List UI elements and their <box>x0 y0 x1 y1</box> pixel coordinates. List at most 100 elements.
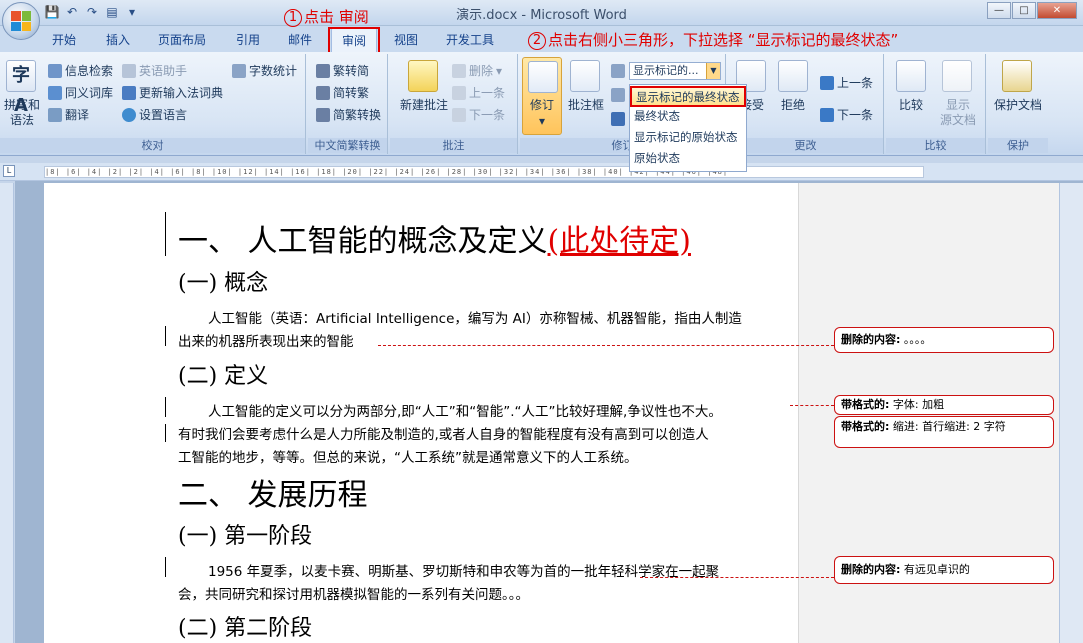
reject-button[interactable]: 拒绝 <box>774 98 812 113</box>
reviewing-pane-icon[interactable] <box>611 112 625 126</box>
window-title: 演示.docx - Microsoft Word <box>456 8 627 23</box>
paragraph-line: 会，共同研究和探讨用机器模拟智能的一系列有关问题。。。 <box>178 587 529 603</box>
prev-change-icon <box>820 75 834 90</box>
balloon-connector <box>790 405 834 406</box>
next-comment-icon <box>452 107 466 122</box>
update-ime-button[interactable]: 更新输入法词典 <box>122 84 223 101</box>
office-button[interactable] <box>2 2 40 40</box>
english-assistant-icon <box>122 63 136 78</box>
paragraph-line: 人工智能的定义可以分为两部分,即“人工”和“智能”.“人工”比较好理解,争议性也… <box>208 404 722 420</box>
prev-change-button[interactable]: 上一条 <box>820 74 873 91</box>
menu-item-original-showing-markup[interactable]: 显示标记的原始状态 <box>630 128 746 149</box>
group-comments: 新建批注 删除 ▾ 上一条 下一条 批注 <box>390 54 518 154</box>
show-source-button[interactable]: 显示 源文档 <box>934 98 982 128</box>
step1-annotation: 1 点击 审阅 <box>284 6 369 27</box>
chinese-convert-button[interactable]: 简繁转换 <box>316 106 381 123</box>
comment-balloon[interactable]: 带格式的: 字体: 加粗 <box>834 395 1054 415</box>
heading-1-history: 二、 发展历程 <box>178 478 368 513</box>
thesaurus-button[interactable]: 同义词库 <box>48 84 113 101</box>
paragraph-line: 有时我们会要考虑什么是人力所能及制造的,或者人自身的智能程度有没有高到可以创造人 <box>178 427 709 443</box>
show-source-icon <box>942 60 972 92</box>
tab-insert[interactable]: 插入 <box>106 31 130 48</box>
english-assistant-button[interactable]: 英语助手 <box>122 62 187 79</box>
horizontal-ruler[interactable]: L |8| |6| |4| |2| |2| |4| |6| |8| |10| |… <box>0 163 1083 181</box>
display-for-review-menu: 显示标记的最终状态 最终状态 显示标记的原始状态 原始状态 <box>629 84 747 172</box>
tab-developer[interactable]: 开发工具 <box>446 31 494 48</box>
menu-item-final[interactable]: 最终状态 <box>630 107 746 128</box>
tab-mailings[interactable]: 邮件 <box>288 31 312 48</box>
minimize-button[interactable]: — <box>987 2 1011 19</box>
show-markup-icon[interactable] <box>611 88 625 102</box>
tab-page-layout[interactable]: 页面布局 <box>158 31 206 48</box>
prev-comment-button[interactable]: 上一条 <box>452 84 505 101</box>
balloons-icon <box>570 60 600 92</box>
group-label-comments: 批注 <box>390 138 517 153</box>
markup-display-icon <box>611 64 625 78</box>
balloon-connector <box>640 577 834 578</box>
group-label-chinese: 中文简繁转换 <box>308 138 387 153</box>
paragraph-line: 出来的机器所表现出来的智能 <box>178 334 354 350</box>
heading-2-stage-1: (一) 第一阶段 <box>178 524 313 549</box>
new-comment-icon <box>408 60 438 92</box>
heading-2-definition: (二) 定义 <box>178 364 269 389</box>
compare-button[interactable]: 比较 <box>890 98 932 113</box>
next-comment-button[interactable]: 下一条 <box>452 106 505 123</box>
tab-home[interactable]: 开始 <box>52 31 76 48</box>
step2-annotation: 2 点击右侧小三角形，下拉选择 “显示标记的最终状态” <box>528 29 898 50</box>
new-comment-button[interactable]: 新建批注 <box>394 98 454 113</box>
track-changes-button[interactable]: 修订 ▾ <box>522 57 562 135</box>
word-count-icon <box>232 63 246 78</box>
word-count-button[interactable]: 字数统计 <box>232 62 297 79</box>
change-bar <box>165 397 166 417</box>
review-highlight-box <box>328 27 380 54</box>
display-for-review-select[interactable]: 显示标记的... ▼ <box>629 62 721 80</box>
change-bar <box>165 212 166 256</box>
next-change-icon <box>820 107 834 122</box>
translate-button[interactable]: 翻译 <box>48 106 89 123</box>
change-bar <box>165 326 166 346</box>
simplified-to-traditional-icon <box>316 85 330 100</box>
heading-2-concept: (一) 概念 <box>178 271 269 296</box>
group-changes: 接受 拒绝 上一条 下一条 更改 <box>728 54 884 154</box>
set-language-button[interactable]: 设置语言 <box>122 106 187 123</box>
globe-icon <box>122 107 136 122</box>
spelling-grammar-button[interactable]: 拼写和 语法 <box>2 98 42 128</box>
spelling-grammar-icon: 字A <box>6 60 36 116</box>
inserted-text: (此处待定) <box>547 224 691 259</box>
paragraph-line: 人工智能（英语：Artificial Intelligence，编写为 AI）亦… <box>208 311 742 327</box>
maximize-button[interactable]: □ <box>1012 2 1036 19</box>
balloons-button[interactable]: 批注框 <box>564 98 608 113</box>
comment-balloon[interactable]: 删除的内容: 有远见卓识的 <box>834 556 1054 584</box>
prev-comment-icon <box>452 85 466 100</box>
protect-document-button[interactable]: 保护文档 <box>988 98 1048 113</box>
track-changes-icon <box>528 61 558 93</box>
comment-balloon[interactable]: 带格式的: 缩进: 首行缩进: 2 字符 <box>834 416 1054 448</box>
next-change-button[interactable]: 下一条 <box>820 106 873 123</box>
tab-selector-icon[interactable]: L <box>3 165 15 177</box>
traditional-to-simplified-icon <box>316 63 330 78</box>
group-chinese-conversion: 繁转简 简转繁 简繁转换 中文简繁转换 <box>308 54 388 154</box>
menu-item-original[interactable]: 原始状态 <box>630 149 746 170</box>
dropdown-arrow-icon[interactable]: ▼ <box>706 63 720 79</box>
to-simplified-button[interactable]: 繁转简 <box>316 62 369 79</box>
ime-dictionary-icon <box>122 85 136 100</box>
research-button[interactable]: 信息检索 <box>48 62 113 79</box>
group-proofing: 字A 拼写和 语法 信息检索 同义词库 翻译 英语助手 更新输入法词典 设置语言… <box>0 54 306 154</box>
group-compare: 比较 显示 源文档 比较 <box>886 54 986 154</box>
delete-comment-button[interactable]: 删除 ▾ <box>452 62 502 79</box>
group-label-protect: 保护 <box>988 138 1048 153</box>
vertical-ruler[interactable] <box>0 183 14 643</box>
vertical-scrollbar[interactable] <box>1059 183 1083 643</box>
track-changes-dropdown-icon: ▾ <box>538 114 546 128</box>
ribbon: 字A 拼写和 语法 信息检索 同义词库 翻译 英语助手 更新输入法词典 设置语言… <box>0 52 1083 156</box>
comment-balloon[interactable]: 删除的内容: 。。。。 <box>834 327 1054 353</box>
tab-references[interactable]: 引用 <box>236 31 260 48</box>
research-icon <box>48 63 62 78</box>
to-traditional-button[interactable]: 简转繁 <box>316 84 369 101</box>
change-bar <box>165 424 166 442</box>
thesaurus-icon <box>48 85 62 100</box>
tab-view[interactable]: 视图 <box>394 31 418 48</box>
close-button[interactable]: ✕ <box>1037 2 1077 19</box>
menu-item-final-showing-markup[interactable]: 显示标记的最终状态 <box>630 86 746 107</box>
paragraph-line: 工智能的地步，等等。但总的来说，“人工系统”就是通常意义下的人工系统。 <box>178 450 638 466</box>
